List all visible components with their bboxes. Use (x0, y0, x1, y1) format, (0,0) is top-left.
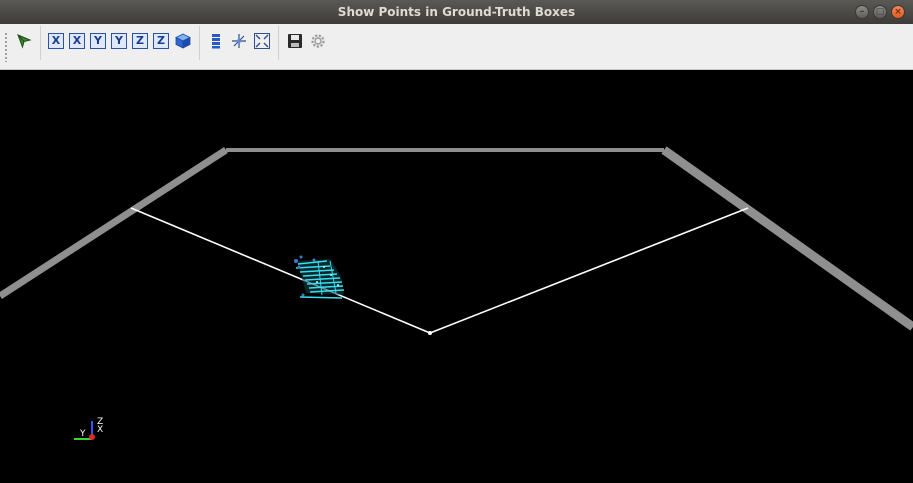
sensor-origin (428, 331, 432, 335)
isometric-view-button[interactable] (174, 32, 192, 50)
fov-line-right (429, 207, 749, 334)
window-title: Show Points in Ground-Truth Boxes (337, 5, 576, 19)
road-edge-right (661, 146, 913, 331)
minimize-button[interactable]: – (855, 5, 869, 19)
layers-button[interactable] (207, 32, 225, 50)
move-axes-icon (232, 34, 246, 48)
view-y-positive-button[interactable]: Y (90, 33, 106, 49)
axis-label-x: X (97, 425, 103, 435)
toolbar-group-select (8, 32, 40, 50)
view-x-negative-button[interactable]: X (69, 33, 85, 49)
3d-viewport[interactable]: Z X Y (0, 71, 913, 483)
axis-label-y: Y (79, 429, 86, 439)
save-icon (288, 34, 302, 48)
select-tool-button[interactable] (15, 32, 33, 50)
cube-isometric-icon (175, 33, 191, 49)
settings-button[interactable] (309, 32, 327, 50)
toolbar-group-file (279, 32, 334, 50)
view-y-negative-button[interactable]: Y (111, 33, 127, 49)
fit-view-button[interactable] (253, 32, 271, 50)
window-controls: – ▢ × (855, 5, 905, 19)
select-arrow-icon (17, 34, 32, 49)
axes-move-button[interactable] (230, 32, 248, 50)
settings-gear-icon (311, 34, 325, 48)
road-edge-left (0, 147, 228, 299)
ground-truth-point-cloud (294, 255, 345, 299)
view-z-positive-button[interactable]: Z (132, 33, 148, 49)
axes-orientation-widget: Z X Y (74, 417, 103, 440)
layers-icon (212, 34, 220, 49)
maximize-button[interactable]: ▢ (873, 5, 887, 19)
fov-line-left (130, 207, 431, 334)
app-window: Show Points in Ground-Truth Boxes – ▢ × … (0, 0, 913, 483)
title-bar[interactable]: Show Points in Ground-Truth Boxes – ▢ × (0, 0, 913, 24)
toolbar: X X Y Y Z Z (0, 24, 913, 70)
point-cloud-scene[interactable]: Z X Y (0, 71, 913, 483)
save-button[interactable] (286, 32, 304, 50)
toolbar-group-views: X X Y Y Z Z (41, 32, 199, 50)
x-axis-marker (89, 434, 95, 440)
toolbar-group-tools (200, 32, 278, 50)
fit-view-icon (254, 33, 270, 49)
close-button[interactable]: × (891, 5, 905, 19)
view-x-positive-button[interactable]: X (48, 33, 64, 49)
view-z-negative-button[interactable]: Z (153, 33, 169, 49)
